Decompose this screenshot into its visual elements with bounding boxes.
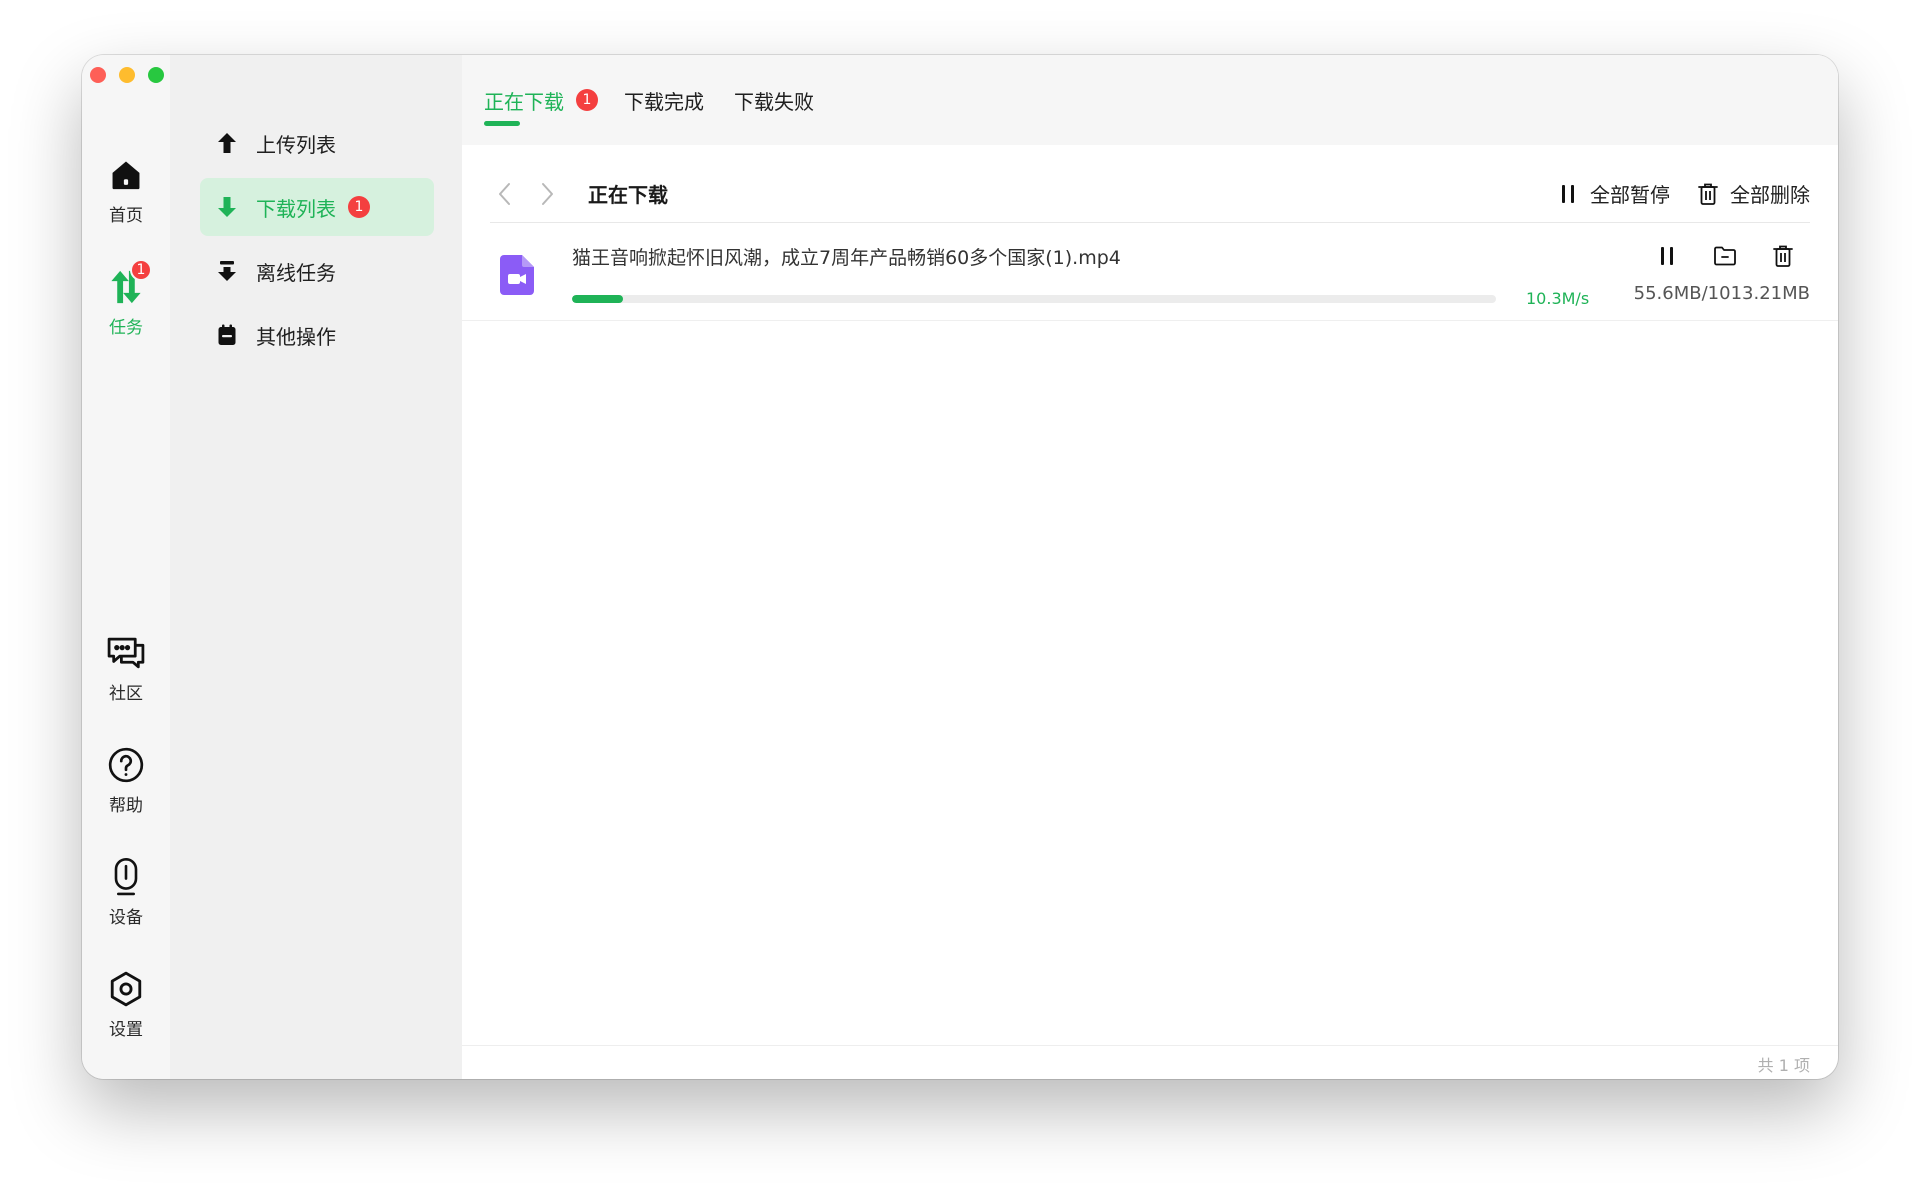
delete-all-button[interactable]: 全部删除 — [1696, 179, 1810, 208]
rail-item-label: 帮助 — [109, 796, 143, 816]
pause-download-button[interactable] — [1652, 241, 1682, 271]
item-count: 共 1 项 — [1757, 1056, 1810, 1075]
rail-item-label: 任务 — [109, 318, 143, 338]
subnav-item-label: 其他操作 — [256, 324, 336, 349]
rail-item-home[interactable]: 首页 — [82, 155, 170, 226]
trash-icon — [1696, 182, 1720, 206]
download-speed: 10.3M/s — [1526, 289, 1590, 308]
maximize-window-button[interactable] — [148, 67, 164, 83]
tab-download-complete[interactable]: 下载完成 — [624, 85, 704, 115]
offline-download-icon — [216, 260, 238, 282]
main-panel: 正在下载 1 下载完成 下载失败 正在下载 全部暂停 全部删除 猫王音响掀起怀旧… — [462, 55, 1838, 1079]
folder-icon — [1714, 246, 1736, 266]
status-footer: 共 1 项 — [462, 1045, 1838, 1079]
rail-item-settings[interactable]: 设置 — [82, 969, 170, 1040]
app-window: 首页 1 任务 社区 帮助 设备 设置 上传列表 下载列表 1 离线任务 其他操… — [82, 55, 1838, 1079]
file-name: 猫王音响掀起怀旧风潮，成立7周年产品畅销60多个国家(1).mp4 — [572, 247, 1121, 269]
subnav-item-label: 上传列表 — [256, 132, 336, 157]
rail-item-label: 社区 — [109, 684, 143, 704]
device-icon — [106, 857, 146, 897]
subnav-item-label: 离线任务 — [256, 260, 336, 285]
subnav-item-upload-list[interactable]: 上传列表 — [200, 114, 434, 172]
tab-label: 下载完成 — [624, 89, 704, 114]
upload-arrow-icon — [216, 132, 238, 154]
calendar-icon — [216, 324, 238, 346]
minimize-window-button[interactable] — [119, 67, 135, 83]
rail-item-label: 设置 — [109, 1020, 143, 1040]
open-folder-button[interactable] — [1710, 241, 1740, 271]
help-icon — [106, 745, 146, 785]
tab-downloading[interactable]: 正在下载 1 — [484, 85, 598, 115]
tasks-badge: 1 — [130, 259, 152, 281]
pause-icon — [1556, 182, 1580, 206]
rail-item-label: 设备 — [109, 908, 143, 928]
task-subnav: 上传列表 下载列表 1 离线任务 其他操作 — [170, 55, 462, 1079]
back-button[interactable] — [490, 179, 520, 209]
tab-label: 正在下载 — [484, 89, 564, 114]
tab-bar: 正在下载 1 下载完成 下载失败 — [462, 55, 1838, 145]
subnav-item-download-list[interactable]: 下载列表 1 — [200, 178, 434, 236]
active-tab-indicator — [484, 121, 520, 126]
delete-all-label: 全部删除 — [1730, 183, 1810, 207]
subnav-item-label: 下载列表 — [256, 196, 336, 221]
trash-icon — [1773, 245, 1793, 267]
transfer-icon: 1 — [106, 259, 152, 307]
download-progress-bar — [572, 295, 1496, 303]
download-size: 55.6MB/1013.21MB — [1633, 283, 1810, 304]
pause-all-label: 全部暂停 — [1590, 183, 1670, 207]
pause-icon — [1661, 247, 1673, 265]
rail-item-help[interactable]: 帮助 — [82, 745, 170, 816]
pause-all-button[interactable]: 全部暂停 — [1556, 179, 1670, 208]
subnav-item-offline-tasks[interactable]: 离线任务 — [200, 242, 434, 300]
icon-rail: 首页 1 任务 社区 帮助 设备 设置 — [82, 55, 170, 1079]
page-title: 正在下载 — [588, 183, 668, 207]
home-icon — [106, 155, 146, 195]
delete-download-button[interactable] — [1768, 241, 1798, 271]
download-arrow-icon — [216, 196, 238, 218]
download-row[interactable]: 猫王音响掀起怀旧风潮，成立7周年产品畅销60多个国家(1).mp4 10.3M/… — [462, 227, 1838, 321]
forward-button[interactable] — [532, 179, 562, 209]
close-window-button[interactable] — [90, 67, 106, 83]
tab-download-failed[interactable]: 下载失败 — [734, 85, 814, 115]
rail-item-community[interactable]: 社区 — [82, 633, 170, 704]
tab-downloading-badge: 1 — [576, 89, 598, 111]
subnav-item-other-operations[interactable]: 其他操作 — [200, 306, 434, 364]
chat-icon — [106, 633, 146, 673]
download-progress-fill — [572, 295, 623, 303]
video-file-icon — [500, 255, 534, 295]
settings-icon — [106, 969, 146, 1009]
tab-label: 下载失败 — [734, 89, 814, 114]
download-list-badge: 1 — [348, 196, 370, 218]
chevron-right-icon — [542, 182, 553, 205]
window-controls — [90, 67, 164, 83]
rail-item-label: 首页 — [109, 206, 143, 226]
list-toolbar: 正在下载 全部暂停 全部删除 — [490, 165, 1810, 223]
rail-item-tasks[interactable]: 1 任务 — [82, 259, 170, 338]
chevron-left-icon — [499, 182, 510, 205]
rail-item-device[interactable]: 设备 — [82, 857, 170, 928]
